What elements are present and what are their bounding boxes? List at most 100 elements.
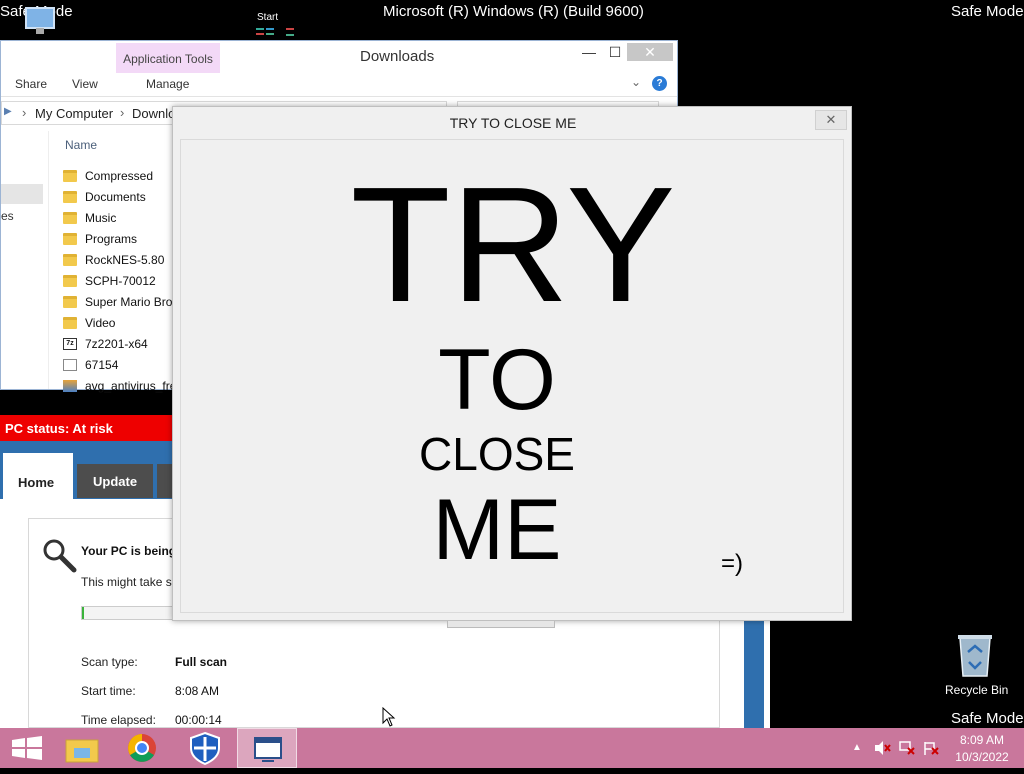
ribbon-tab-share[interactable]: Share (15, 77, 47, 91)
file-list-item[interactable]: Video (63, 312, 178, 333)
recycle-bin-icon[interactable] (954, 630, 996, 680)
window-app-icon (254, 737, 282, 762)
breadcrumb-my-computer[interactable]: My Computer (35, 106, 113, 121)
big-text-to: TO (438, 332, 556, 428)
scan-detail-value: 8:08 AM (175, 684, 220, 698)
try-to-close-me-window: TRY TO CLOSE ME ✕ TRY TO CLOSE ME =) (172, 106, 852, 621)
close-button[interactable]: ✕ (627, 43, 673, 61)
file-list: Compressed Documents Music Programs RockNES-… (63, 165, 178, 396)
recycle-bin-label[interactable]: Recycle Bin (945, 683, 1008, 697)
folder-icon (63, 190, 77, 203)
column-header-name[interactable]: Name (65, 138, 97, 152)
scan-detail-label: Scan type: (81, 655, 138, 669)
tab-update[interactable]: Update (77, 464, 153, 498)
folder-icon (63, 316, 77, 329)
taskbar-active-app[interactable] (237, 728, 297, 768)
popup-content: TRY TO CLOSE ME =) (180, 139, 844, 613)
network-icon[interactable] (898, 740, 916, 756)
magnifier-icon (43, 539, 77, 573)
file-name: RockNES-5.80 (85, 252, 165, 267)
popup-title: TRY TO CLOSE ME (449, 115, 577, 131)
safe-mode-label-bottom-right: Safe Mode (951, 710, 1024, 727)
file-name: Music (85, 210, 117, 225)
file-name: avg_antivirus_fre (85, 378, 177, 393)
file-list-item[interactable]: avg_antivirus_fre (63, 375, 178, 396)
folder-icon (63, 169, 77, 182)
volume-muted-icon[interactable] (873, 740, 891, 756)
hidden-button-edge[interactable] (447, 621, 555, 628)
scan-progress-fill (82, 607, 84, 619)
file-list-item[interactable]: Documents (63, 186, 178, 207)
navigation-pane: es (1, 131, 49, 389)
tab-home[interactable]: Home (3, 453, 73, 499)
os-build-banner: Microsoft (R) Windows (R) (Build 9600) (383, 3, 644, 20)
ribbon-tab-view[interactable]: View (72, 77, 98, 91)
mouse-cursor-icon (382, 707, 396, 727)
tray-expand-icon[interactable]: ▲ (852, 742, 862, 753)
action-center-flag-icon[interactable] (922, 740, 940, 756)
maximize-button[interactable]: ☐ (601, 43, 629, 61)
scan-detail-value: 00:00:14 (175, 713, 222, 727)
clock-time[interactable]: 8:09 AM (950, 733, 1014, 747)
nav-selected-item[interactable] (1, 184, 43, 204)
file-list-item[interactable]: 7z 7z2201-x64 (63, 333, 178, 354)
big-text-close: CLOSE (419, 428, 575, 480)
ribbon-expand-chevron-icon[interactable]: ⌄ (631, 75, 641, 89)
file-list-item[interactable]: Super Mario Bros (63, 291, 178, 312)
archive-icon: 7z (63, 337, 77, 350)
scan-detail-label: Time elapsed: (81, 713, 156, 727)
big-text-try: TRY (350, 153, 676, 336)
folder-icon (63, 211, 77, 224)
minimize-button[interactable]: — (575, 43, 603, 61)
file-name: Documents (85, 189, 146, 204)
breadcrumb-separator-icon: › (22, 105, 27, 120)
file-name: Programs (85, 231, 138, 246)
file-list-item[interactable]: RockNES-5.80 (63, 249, 178, 270)
scan-note: This might take s (81, 575, 172, 589)
scan-detail-value: Full scan (175, 655, 228, 669)
folder-icon (63, 232, 77, 245)
taskbar: ▲ 8:09 AM 10/3/2022 (0, 728, 1024, 768)
file-name: Super Mario Bros (85, 294, 179, 309)
installer-icon (63, 379, 77, 392)
file-name: Compressed (85, 168, 154, 183)
shield-icon (190, 731, 220, 766)
ribbon: Share View Manage ⌄ ? (1, 71, 677, 97)
taskbar-chrome[interactable] (113, 728, 171, 768)
start-tiles-icon[interactable] (256, 28, 278, 38)
file-name: 7z2201-x64 (85, 336, 148, 351)
pc-location-icon: ▶ (4, 106, 12, 117)
file-name: SCPH-70012 (85, 273, 156, 288)
popup-close-button[interactable]: ✕ (815, 110, 847, 130)
document-icon (63, 358, 77, 371)
smiley-text: =) (721, 550, 744, 577)
desktop-small-icon[interactable] (286, 28, 294, 36)
ribbon-tab-manage[interactable]: Manage (146, 77, 189, 91)
safe-mode-label-top-right: Safe Mode (951, 3, 1024, 20)
computer-desktop-icon[interactable] (20, 0, 60, 40)
file-list-item[interactable]: Compressed (63, 165, 178, 186)
chrome-icon (128, 734, 156, 762)
application-tools-tab[interactable]: Application Tools (116, 43, 220, 73)
taskbar-defender[interactable] (176, 728, 234, 768)
file-list-item[interactable]: SCPH-70012 (63, 270, 178, 291)
antivirus-side-strip (744, 621, 764, 728)
file-list-item[interactable]: 67154 (63, 354, 178, 375)
file-list-item[interactable]: Music (63, 207, 178, 228)
nav-item-fragment[interactable]: es (1, 209, 14, 223)
file-name: Video (85, 315, 116, 330)
scan-detail-label: Start time: (81, 684, 136, 698)
scan-progress-bar (81, 606, 181, 620)
folder-icon (65, 739, 99, 763)
explorer-titlebar[interactable]: Application Tools Downloads — ☐ ✕ (1, 41, 677, 73)
clock-date[interactable]: 10/3/2022 (950, 750, 1014, 764)
breadcrumb-separator-icon: › (120, 105, 125, 120)
taskbar-file-explorer[interactable] (54, 728, 110, 768)
windows-logo-icon (12, 736, 42, 760)
file-list-item[interactable]: Programs (63, 228, 178, 249)
file-name: 67154 (85, 357, 119, 372)
start-label: Start (257, 12, 279, 23)
start-button[interactable] (0, 728, 58, 768)
breadcrumb-downloads[interactable]: Downlo (132, 106, 175, 121)
help-icon[interactable]: ? (652, 76, 667, 91)
